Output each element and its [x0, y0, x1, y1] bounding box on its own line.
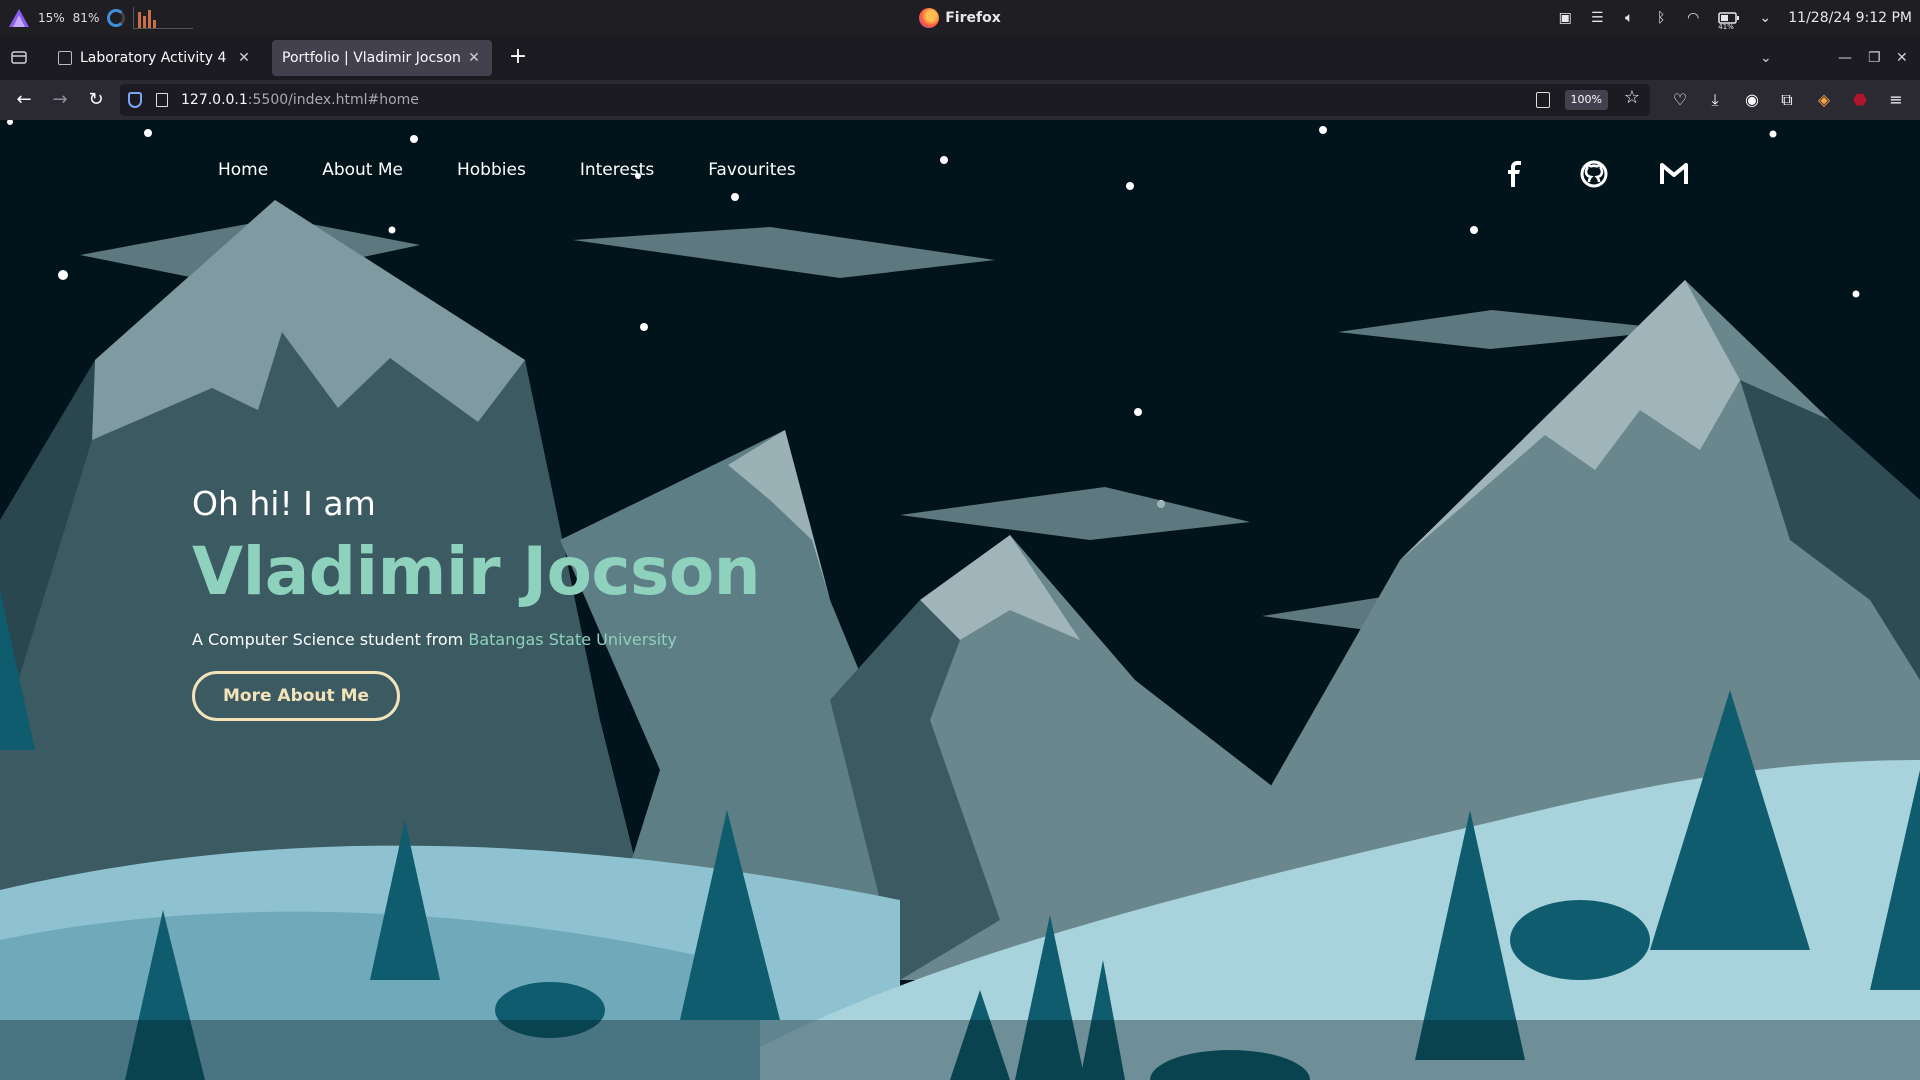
url-host: 127.0.0.1: [181, 92, 248, 108]
launcher-logo-icon[interactable]: [8, 7, 30, 29]
pocket-icon[interactable]: ♡: [1668, 88, 1692, 112]
back-button[interactable]: ←: [12, 88, 36, 112]
reader-view-icon[interactable]: [1536, 92, 1550, 108]
gmail-icon[interactable]: [1660, 160, 1688, 188]
firefox-view-icon[interactable]: [10, 48, 30, 68]
facebook-icon[interactable]: [1500, 160, 1528, 188]
memory-usage: 81%: [72, 11, 100, 25]
minimize-button[interactable]: —: [1838, 36, 1852, 80]
hero-name: Vladimir Jocson: [192, 533, 761, 610]
more-about-me-button[interactable]: More About Me: [192, 671, 400, 721]
window-title-label: Firefox: [945, 10, 1001, 26]
github-icon[interactable]: [1580, 160, 1608, 188]
battery-percent: 41%: [1718, 23, 1734, 31]
social-links: [1500, 160, 1688, 188]
list-all-tabs-icon[interactable]: ⌄: [1760, 36, 1772, 80]
xdpen-tray-icon[interactable]: ▣: [1556, 10, 1574, 26]
bookmark-star-icon[interactable]: ☆: [1624, 87, 1640, 108]
firefox-icon: [919, 8, 940, 28]
ublock-origin-icon[interactable]: ⬣: [1848, 88, 1872, 112]
extension-badge-icon[interactable]: ◈: [1812, 88, 1836, 112]
url-bar[interactable]: 127.0.0.1:5500/index.html#home 100% ☆: [120, 84, 1650, 116]
tab-portfolio[interactable]: Portfolio | Vladimir Jocson ✕: [272, 40, 492, 76]
tab-label: Portfolio | Vladimir Jocson: [282, 50, 461, 66]
new-tab-button[interactable]: +: [504, 44, 532, 72]
wifi-icon[interactable]: ◠: [1684, 10, 1702, 26]
close-window-button[interactable]: ✕: [1896, 36, 1908, 80]
page-info-icon[interactable]: [156, 93, 168, 107]
account-icon[interactable]: ◉: [1740, 88, 1764, 112]
nav-link-favourites[interactable]: Favourites: [708, 160, 796, 184]
nav-link-hobbies[interactable]: Hobbies: [457, 160, 526, 184]
page-favicon-icon: [58, 51, 72, 65]
extensions-icon[interactable]: ⧉: [1775, 88, 1799, 112]
zoom-level-button[interactable]: 100%: [1564, 90, 1608, 110]
clock[interactable]: 11/28/24 9:12 PM: [1788, 10, 1912, 26]
close-tab-icon[interactable]: ✕: [236, 50, 252, 66]
cpu-graph: [133, 7, 194, 29]
tab-strip: Laboratory Activity 4 ✕ Portfolio | Vlad…: [0, 36, 1920, 80]
hero-tagline: A Computer Science student from Batangas…: [192, 630, 760, 649]
clipboard-tray-icon[interactable]: ☰: [1588, 10, 1606, 26]
app-menu-icon[interactable]: ≡: [1884, 88, 1908, 112]
volume-icon[interactable]: 🔈︎: [1620, 10, 1638, 26]
cpu-usage: 15%: [38, 11, 65, 25]
downloads-icon[interactable]: ⤓: [1703, 88, 1727, 112]
hero-greeting: Oh hi! I am: [192, 484, 376, 523]
url-path: :5500/index.html#home: [247, 92, 419, 108]
navigation-toolbar: ← → ↻ 127.0.0.1:5500/index.html#home 100…: [0, 80, 1920, 120]
site-navigation: Home About Me Hobbies Interests Favourit…: [218, 160, 850, 184]
tab-laboratory-activity[interactable]: Laboratory Activity 4 ✕: [48, 40, 262, 76]
hero-section: Oh hi! I am Vladimir Jocson A Computer S…: [192, 484, 761, 721]
restore-button[interactable]: ❐: [1868, 36, 1881, 80]
nav-link-interests[interactable]: Interests: [580, 160, 654, 184]
usage-ring-icon: [107, 9, 126, 27]
forward-button[interactable]: →: [48, 88, 72, 112]
nav-link-about-me[interactable]: About Me: [322, 160, 403, 184]
close-tab-icon[interactable]: ✕: [466, 50, 482, 66]
tagline-prefix: A Computer Science student from: [192, 630, 469, 649]
page-viewport: Home About Me Hobbies Interests Favourit…: [0, 120, 1920, 1080]
chevron-down-icon[interactable]: ⌄: [1756, 10, 1774, 26]
system-top-bar: 15% 81% Firefox ▣ ☰ 🔈︎ ᛒ ◠ 41% ⌄ 11/28/2…: [0, 0, 1920, 36]
tagline-university: Batangas State University: [468, 630, 677, 649]
nav-link-home[interactable]: Home: [218, 160, 268, 184]
bluetooth-icon[interactable]: ᛒ: [1652, 10, 1670, 26]
reload-button[interactable]: ↻: [84, 88, 108, 112]
tab-label: Laboratory Activity 4: [80, 50, 227, 66]
battery-icon[interactable]: 41%: [1716, 10, 1742, 31]
url-text[interactable]: 127.0.0.1:5500/index.html#home: [181, 84, 419, 116]
tracking-protection-shield-icon[interactable]: [128, 92, 142, 108]
